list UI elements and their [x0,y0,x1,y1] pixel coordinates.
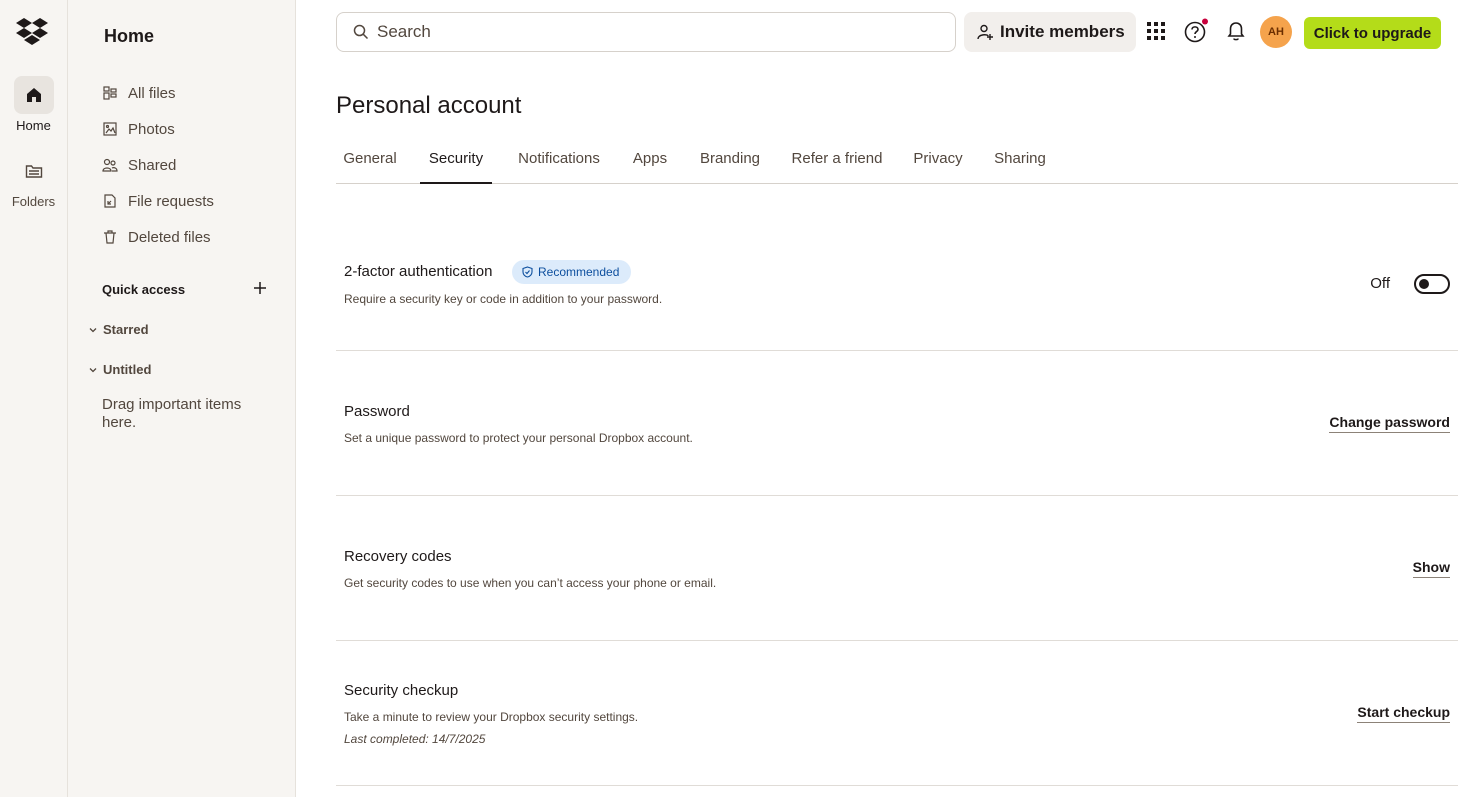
sidebar-item-deleted-files[interactable]: Deleted files [102,225,211,249]
invite-members-label: Invite members [1000,22,1125,41]
upgrade-button[interactable]: Click to upgrade [1304,17,1441,49]
folder-icon [14,152,54,190]
quick-access-hint: Drag important items here. [102,396,242,431]
chevron-down-icon [89,327,97,332]
search-icon [353,24,369,40]
setting-two-factor: 2-factor authentication Recommended Requ… [336,184,1458,351]
notification-dot [1202,18,1208,25]
sidebar: Home All files Photos Shared File reques… [68,0,296,797]
two-factor-status: Off [1370,275,1390,292]
tab-apps[interactable]: Apps [625,140,675,184]
tab-sharing[interactable]: Sharing [986,140,1054,184]
sidebar-item-label: Shared [128,156,177,174]
setting-title: Security checkup [344,682,459,699]
invite-members-button[interactable]: Invite members [964,12,1136,52]
setting-title: 2-factor authentication [344,263,493,280]
rail-item-label: Folders [11,194,56,209]
sidebar-item-label: Photos [128,120,175,138]
tab-security[interactable]: Security [420,140,492,184]
setting-description: Set a unique password to protect your pe… [344,431,693,445]
sidebar-item-label: All files [128,84,176,102]
shield-check-icon [522,266,533,278]
rail-item-home[interactable]: Home [0,76,67,133]
setting-password: Password Set a unique password to protec… [336,351,1458,496]
all-files-icon [102,85,118,101]
show-recovery-codes-button[interactable]: Show [1412,559,1450,578]
add-user-icon [977,24,993,40]
sidebar-item-file-requests[interactable]: File requests [102,189,214,213]
app-rail: Home Folders [0,0,68,797]
home-icon [13,76,54,114]
dropbox-logo-icon[interactable] [16,18,48,46]
search-bar[interactable] [336,12,956,52]
tab-general[interactable]: General [336,140,404,184]
sidebar-item-shared[interactable]: Shared [102,153,176,177]
two-factor-toggle[interactable] [1414,274,1450,294]
avatar[interactable]: AH [1260,16,1292,48]
tab-notifications[interactable]: Notifications [508,140,610,184]
quick-access-group-starred[interactable]: Starred [88,322,149,337]
app-grid-icon[interactable] [1143,18,1169,44]
quick-access-group-label: Untitled [103,362,152,377]
search-input[interactable] [377,22,937,42]
tab-refer-a-friend[interactable]: Refer a friend [785,140,889,184]
tab-privacy[interactable]: Privacy [906,140,970,184]
quick-access-group-untitled[interactable]: Untitled [88,362,151,377]
trash-icon [102,229,118,245]
setting-description: Get security codes to use when you can’t… [344,576,717,590]
sidebar-item-photos[interactable]: Photos [102,117,175,141]
sidebar-item-label: Deleted files [128,228,211,246]
rail-item-label: Home [16,118,51,133]
sidebar-item-label: File requests [128,192,214,210]
help-icon[interactable] [1183,18,1209,44]
page-title: Personal account [336,92,522,119]
toggle-knob [1419,279,1429,289]
setting-title: Password [344,403,410,420]
chevron-down-icon [89,367,97,372]
add-quick-access-icon[interactable] [252,280,268,296]
last-completed-note: Last completed: 14/7/2025 [344,732,486,746]
file-request-icon [102,193,118,209]
settings-tabs: General Security Notifications Apps Bran… [336,140,1458,184]
quick-access-title: Quick access [102,282,186,297]
quick-access-group-label: Starred [103,322,149,337]
change-password-button[interactable]: Change password [1329,414,1450,433]
setting-security-checkup: Security checkup Take a minute to review… [336,641,1458,786]
tab-branding[interactable]: Branding [692,140,768,184]
sidebar-item-all-files[interactable]: All files [102,81,176,105]
photos-icon [102,121,118,137]
setting-title: Recovery codes [344,548,452,565]
setting-description: Take a minute to review your Dropbox sec… [344,710,639,724]
start-checkup-button[interactable]: Start checkup [1357,704,1450,723]
sidebar-title: Home [104,26,155,46]
shared-icon [102,157,118,173]
rail-item-folders[interactable]: Folders [0,152,67,209]
badge-label: Recommended [538,265,620,279]
bell-icon[interactable] [1223,18,1249,44]
setting-recovery-codes: Recovery codes Get security codes to use… [336,496,1458,641]
setting-description: Require a security key or code in additi… [344,292,663,306]
recommended-badge: Recommended [512,260,632,284]
